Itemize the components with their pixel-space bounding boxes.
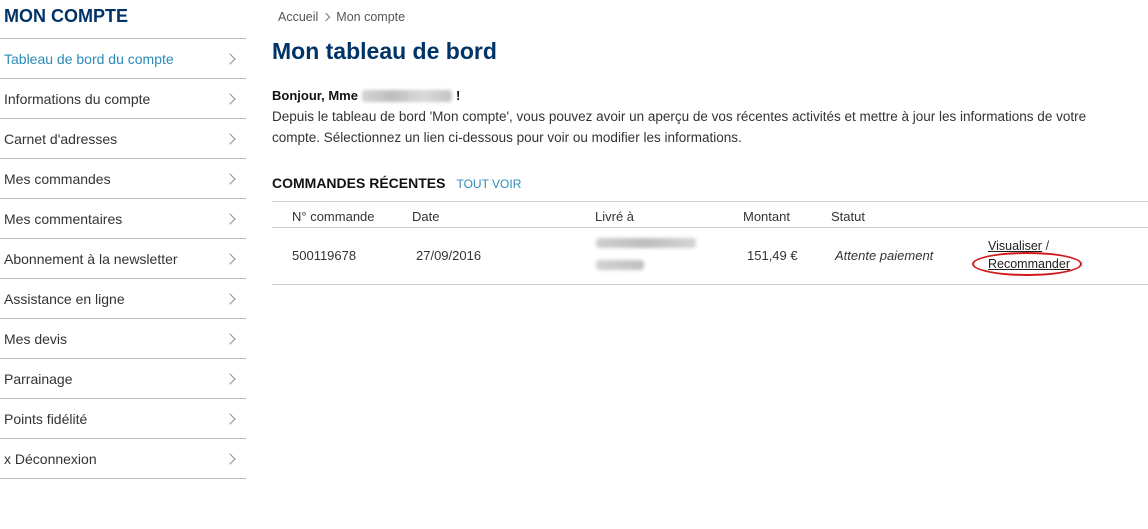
sidebar-item-quotes[interactable]: Mes devis [0,319,246,359]
recent-orders-table: N° commande Date Livré à Montant Statut … [272,201,1148,285]
sidebar-item-label: Mes commandes [4,170,111,187]
view-order-link[interactable]: Visualiser [988,239,1042,253]
order-date: 27/09/2016 [416,248,482,263]
chevron-right-icon [224,292,236,305]
breadcrumb-current: Mon compte [336,10,406,24]
chevron-right-icon [224,92,236,105]
sidebar-item-referral[interactable]: Parrainage [0,359,246,399]
blurred-ship-to-detail [596,260,644,270]
dashboard-intro-text: Depuis le tableau de bord 'Mon compte', … [272,109,1087,145]
chevron-right-icon [224,172,236,185]
see-all-orders-link[interactable]: TOUT VOIR [456,177,521,191]
column-header-ship-to: Livré à [595,209,635,224]
sidebar-item-label: Abonnement à la newsletter [4,250,178,267]
sidebar-item-dashboard[interactable]: Tableau de bord du compte [0,39,246,79]
sidebar-item-logout[interactable]: x Déconnexion [0,439,246,479]
chevron-right-icon [224,412,236,425]
sidebar-item-account-info[interactable]: Informations du compte [0,79,246,119]
blurred-ship-to-name [596,238,696,248]
sidebar-item-support[interactable]: Assistance en ligne [0,279,246,319]
sidebar-item-label: Mes devis [4,330,68,347]
order-actions: Visualiser / [988,238,1049,253]
sidebar-item-newsletter[interactable]: Abonnement à la newsletter [0,239,246,279]
sidebar-item-label: Parrainage [4,370,73,387]
sidebar-item-orders[interactable]: Mes commandes [0,159,246,199]
greeting-suffix: ! [455,88,461,103]
sidebar-item-address-book[interactable]: Carnet d'adresses [0,119,246,159]
action-separator: / [1045,239,1050,253]
breadcrumb: Accueil Mon compte [278,10,405,24]
chevron-right-icon [224,52,236,65]
breadcrumb-home-link[interactable]: Accueil [278,10,318,24]
chevron-right-icon [224,132,236,145]
chevron-right-icon [224,452,236,465]
sidebar-item-label: Tableau de bord du compte [4,50,174,67]
sidebar-item-loyalty-points[interactable]: Points fidélité [0,399,246,439]
reorder-link[interactable]: Recommander [988,257,1070,271]
sidebar-item-label: Mes commentaires [4,210,123,227]
chevron-right-icon [224,372,236,385]
chevron-right-icon [224,252,236,265]
order-number: 500119678 [292,248,357,263]
recent-orders-title: COMMANDES RÉCENTES [272,175,446,191]
sidebar-item-label: Carnet d'adresses [4,130,118,147]
account-sidebar: MON COMPTE Tableau de bord du compte Inf… [0,0,246,479]
table-row: 500119678 27/09/2016 151,49 € Attente pa… [272,228,1148,284]
blurred-customer-name [361,89,452,102]
sidebar-title: MON COMPTE [4,6,128,26]
page-title: Mon tableau de bord [272,38,497,64]
column-header-amount: Montant [743,209,790,224]
order-amount: 151,49 € [747,248,798,263]
column-header-date: Date [412,209,440,224]
chevron-right-icon [224,212,236,225]
order-status: Attente paiement [835,248,934,263]
recent-orders-header: COMMANDES RÉCENTES TOUT VOIR [272,175,521,191]
column-header-order-number: N° commande [292,209,375,224]
reorder-wrap: Recommander [972,252,1082,276]
sidebar-list: Tableau de bord du compte Informations d… [0,38,246,479]
sidebar-item-label: Points fidélité [4,410,88,427]
sidebar-item-label: x Déconnexion [4,450,97,467]
sidebar-item-label: Assistance en ligne [4,290,125,307]
chevron-right-icon [224,332,236,345]
greeting-prefix: Bonjour, Mme [272,88,358,103]
sidebar-item-label: Informations du compte [4,90,151,107]
chevron-right-icon [322,12,331,22]
table-header-row: N° commande Date Livré à Montant Statut [272,202,1148,228]
column-header-status: Statut [831,209,865,224]
greeting: Bonjour, Mme ! [272,88,460,103]
sidebar-item-reviews[interactable]: Mes commentaires [0,199,246,239]
